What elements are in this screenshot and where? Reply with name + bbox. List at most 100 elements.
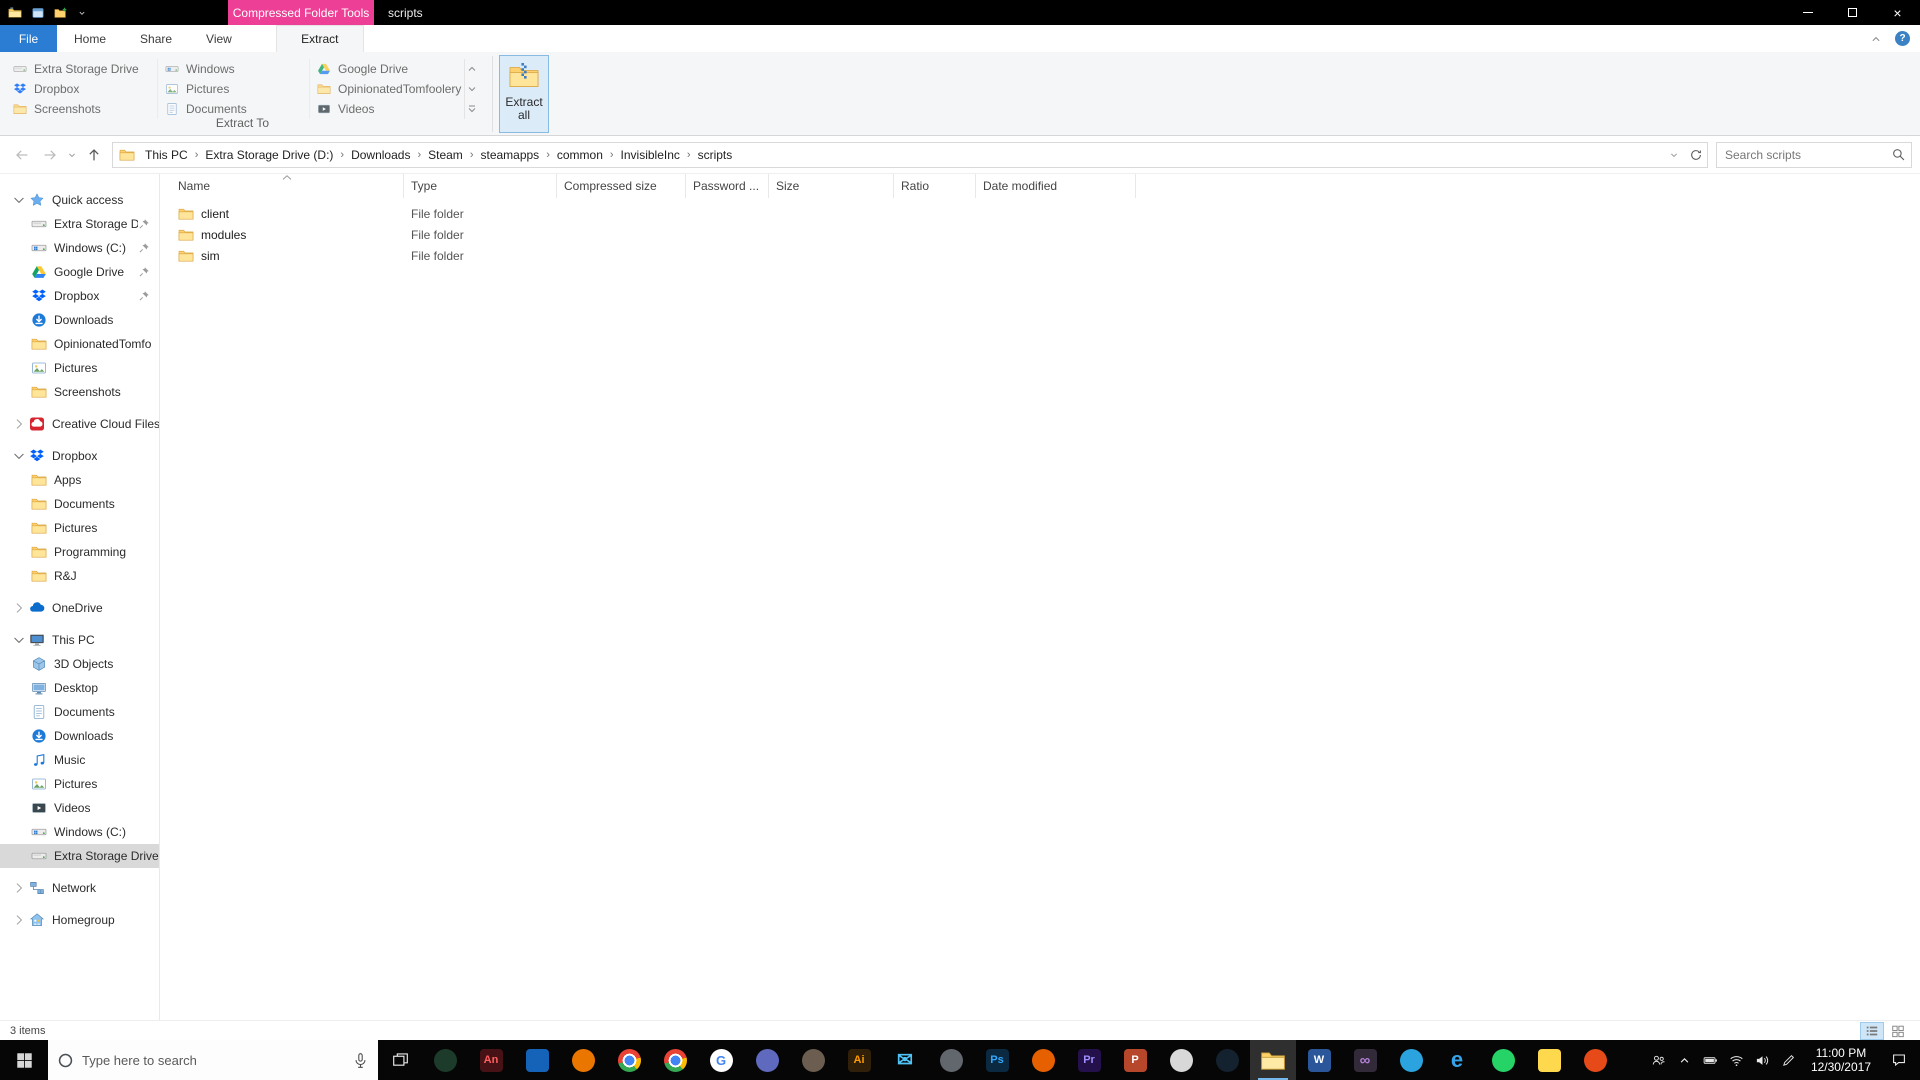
close-button[interactable]: × xyxy=(1875,0,1920,25)
breadcrumb-item-extra-storage-drive-d[interactable]: Extra Storage Drive (D:) xyxy=(199,143,339,167)
taskbar-app-photos-app[interactable] xyxy=(744,1040,790,1080)
taskbar-app-gimp[interactable] xyxy=(790,1040,836,1080)
chevron-expanded-icon[interactable] xyxy=(11,192,27,208)
column-header-name[interactable]: Name xyxy=(171,174,404,198)
sidebar-item-r-j[interactable]: R&J xyxy=(0,564,159,588)
taskbar-app-firefox[interactable] xyxy=(1020,1040,1066,1080)
sidebar-item-quick-access[interactable]: Quick access xyxy=(0,188,159,212)
tray-network-button[interactable] xyxy=(1724,1040,1750,1080)
sidebar-item-homegroup[interactable]: Homegroup xyxy=(0,908,159,932)
taskbar-app-blue-tiles[interactable] xyxy=(514,1040,560,1080)
extract-destination-opinionatedtomfoolery[interactable]: OpinionatedTomfoolery xyxy=(312,79,462,99)
taskbar-app-red-flame[interactable] xyxy=(1572,1040,1618,1080)
column-header-date-modified[interactable]: Date modified xyxy=(976,174,1136,198)
taskbar-app-animate[interactable]: An xyxy=(468,1040,514,1080)
taskbar-clock[interactable]: 11:00 PM 12/30/2017 xyxy=(1802,1046,1880,1074)
start-button[interactable] xyxy=(0,1040,48,1080)
taskbar-app-word[interactable]: W xyxy=(1296,1040,1342,1080)
properties-icon[interactable] xyxy=(31,6,45,20)
taskbar-app-gray-circle-app[interactable] xyxy=(928,1040,974,1080)
breadcrumb-item-common[interactable]: common xyxy=(551,143,609,167)
sidebar-item-3d-objects[interactable]: 3D Objects xyxy=(0,652,159,676)
sidebar-item-dropbox[interactable]: Dropbox xyxy=(0,284,159,308)
sidebar-item-screenshots[interactable]: Screenshots xyxy=(0,380,159,404)
tab-extract[interactable]: Extract xyxy=(275,25,364,52)
task-view-button[interactable] xyxy=(378,1040,422,1080)
taskbar-search-input[interactable] xyxy=(82,1052,344,1068)
tray-battery-button[interactable] xyxy=(1698,1040,1724,1080)
forward-button[interactable] xyxy=(36,141,64,169)
taskbar-app-chromium[interactable] xyxy=(652,1040,698,1080)
extract-destination-extra-storage-drive[interactable]: Extra Storage Drive xyxy=(8,59,157,79)
sidebar-item-this-pc[interactable]: This PC xyxy=(0,628,159,652)
taskbar-app-illustrator[interactable]: Ai xyxy=(836,1040,882,1080)
column-header-password[interactable]: Password ... xyxy=(686,174,769,198)
tray-pen-button[interactable] xyxy=(1776,1040,1802,1080)
chevron-expanded-icon[interactable] xyxy=(11,448,27,464)
taskbar-app-telegram[interactable] xyxy=(1388,1040,1434,1080)
up-button[interactable] xyxy=(80,141,108,169)
new-folder-icon[interactable] xyxy=(54,6,68,20)
taskbar-app-green-emulator[interactable] xyxy=(422,1040,468,1080)
recent-locations-button[interactable] xyxy=(64,141,80,169)
sidebar-item-videos[interactable]: Videos xyxy=(0,796,159,820)
taskbar-app-edge[interactable]: e xyxy=(1434,1040,1480,1080)
sidebar-item-documents[interactable]: Documents xyxy=(0,700,159,724)
minimize-ribbon-icon[interactable] xyxy=(1869,32,1883,46)
breadcrumb-item-steam[interactable]: Steam xyxy=(422,143,469,167)
column-header-size[interactable]: Size xyxy=(769,174,894,198)
breadcrumb-item-scripts[interactable]: scripts xyxy=(692,143,739,167)
sidebar-item-opinionatedtomfo[interactable]: OpinionatedTomfo xyxy=(0,332,159,356)
file-tab[interactable]: File xyxy=(0,25,57,52)
chevron-collapsed-icon[interactable] xyxy=(11,880,27,896)
details-view-button[interactable] xyxy=(1860,1021,1884,1040)
chevron-collapsed-icon[interactable] xyxy=(11,912,27,928)
sidebar-item-music[interactable]: Music xyxy=(0,748,159,772)
taskbar-app-powerpoint[interactable]: P xyxy=(1112,1040,1158,1080)
sidebar-item-downloads[interactable]: Downloads xyxy=(0,724,159,748)
sidebar-item-extra-storage-drive[interactable]: Extra Storage Drive ( xyxy=(0,844,159,868)
sidebar-item-pictures[interactable]: Pictures xyxy=(0,772,159,796)
column-header-ratio[interactable]: Ratio xyxy=(894,174,976,198)
microphone-icon[interactable] xyxy=(352,1052,369,1069)
breadcrumb-item-steamapps[interactable]: steamapps xyxy=(474,143,545,167)
extract-destination-windows[interactable]: Windows xyxy=(160,59,309,79)
sidebar-item-extra-storage-dri[interactable]: Extra Storage Dri xyxy=(0,212,159,236)
gallery-scroll-up-button[interactable] xyxy=(465,59,479,79)
sidebar-item-programming[interactable]: Programming xyxy=(0,540,159,564)
chevron-expanded-icon[interactable] xyxy=(11,632,27,648)
taskbar-app-google[interactable]: G xyxy=(698,1040,744,1080)
sidebar-item-creative-cloud-files[interactable]: Creative Cloud Files xyxy=(0,412,159,436)
tab-share[interactable]: Share xyxy=(123,25,189,52)
qat-chevron-icon[interactable] xyxy=(77,8,87,18)
breadcrumb-item-invisibleinc[interactable]: InvisibleInc xyxy=(615,143,686,167)
file-row-modules[interactable]: modules File folder xyxy=(171,224,1920,245)
sidebar-item-network[interactable]: Network xyxy=(0,876,159,900)
sidebar-item-google-drive[interactable]: Google Drive xyxy=(0,260,159,284)
taskbar-app-visual-studio[interactable]: ∞ xyxy=(1342,1040,1388,1080)
taskbar-app-blender[interactable] xyxy=(560,1040,606,1080)
gallery-scroll-down-button[interactable] xyxy=(465,79,479,99)
maximize-button[interactable] xyxy=(1830,0,1875,25)
chevron-collapsed-icon[interactable] xyxy=(11,416,27,432)
tray-people-button[interactable] xyxy=(1646,1040,1672,1080)
taskbar-app-steam[interactable] xyxy=(1204,1040,1250,1080)
sidebar-item-pictures[interactable]: Pictures xyxy=(0,516,159,540)
tray-hidden-icons-button[interactable] xyxy=(1672,1040,1698,1080)
action-center-button[interactable] xyxy=(1880,1052,1918,1068)
taskbar-app-file-explorer[interactable] xyxy=(1250,1040,1296,1080)
file-row-client[interactable]: client File folder xyxy=(171,203,1920,224)
address-dropdown-button[interactable] xyxy=(1663,143,1685,167)
chevron-collapsed-icon[interactable] xyxy=(11,600,27,616)
tray-volume-button[interactable] xyxy=(1750,1040,1776,1080)
large-icons-view-button[interactable] xyxy=(1886,1022,1910,1040)
address-bar[interactable]: This PC › Extra Storage Drive (D:) › Downloa… xyxy=(112,141,1708,168)
tab-view[interactable]: View xyxy=(189,25,249,52)
taskbar-app-mail[interactable]: ✉ xyxy=(882,1040,928,1080)
search-input[interactable] xyxy=(1717,142,1911,167)
sidebar-item-apps[interactable]: Apps xyxy=(0,468,159,492)
taskbar-app-premiere[interactable]: Pr xyxy=(1066,1040,1112,1080)
help-icon[interactable]: ? xyxy=(1895,31,1910,46)
taskbar-app-whatsapp[interactable] xyxy=(1480,1040,1526,1080)
column-header-type[interactable]: Type xyxy=(404,174,557,198)
